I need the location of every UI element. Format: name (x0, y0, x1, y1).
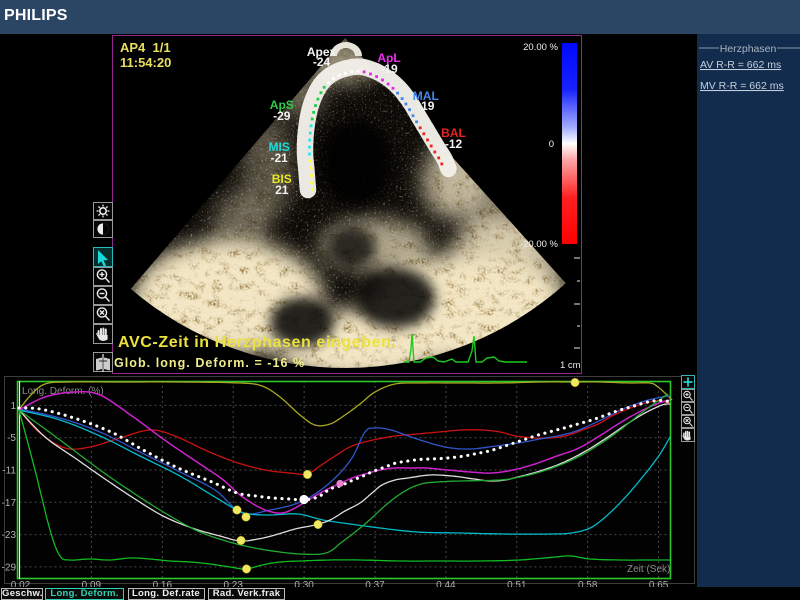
svg-text:0.30: 0.30 (294, 580, 314, 587)
svg-text:-29: -29 (2, 562, 17, 573)
svg-text:-23: -23 (2, 530, 17, 541)
svg-text:0.58: 0.58 (578, 580, 598, 587)
svg-text:0.02: 0.02 (11, 580, 31, 587)
svg-text:0.09: 0.09 (82, 580, 102, 587)
svg-text:1 cm: 1 cm (560, 360, 580, 371)
svg-text:-5: -5 (7, 433, 16, 444)
svg-text:MV R-R = 662 ms: MV R-R = 662 ms (700, 80, 784, 92)
svg-text:0.37: 0.37 (365, 580, 385, 587)
svg-text:0.51: 0.51 (507, 580, 527, 587)
svg-text:0.23: 0.23 (223, 580, 243, 587)
svg-text:0.16: 0.16 (153, 580, 173, 587)
svg-text:0.44: 0.44 (436, 580, 456, 587)
svg-text:20.00 %: 20.00 % (523, 42, 558, 53)
svg-text:1: 1 (10, 401, 16, 412)
svg-text:-20.00 %: -20.00 % (520, 239, 559, 250)
svg-text:Herzphasen: Herzphasen (720, 43, 777, 55)
svg-text:-11: -11 (2, 466, 16, 477)
svg-text:AV R-R = 662 ms: AV R-R = 662 ms (700, 59, 781, 71)
svg-text:Zeit (Sek): Zeit (Sek) (627, 564, 670, 575)
svg-text:-17: -17 (2, 498, 17, 509)
svg-text:0.65: 0.65 (649, 580, 669, 587)
svg-text:0: 0 (549, 139, 554, 150)
